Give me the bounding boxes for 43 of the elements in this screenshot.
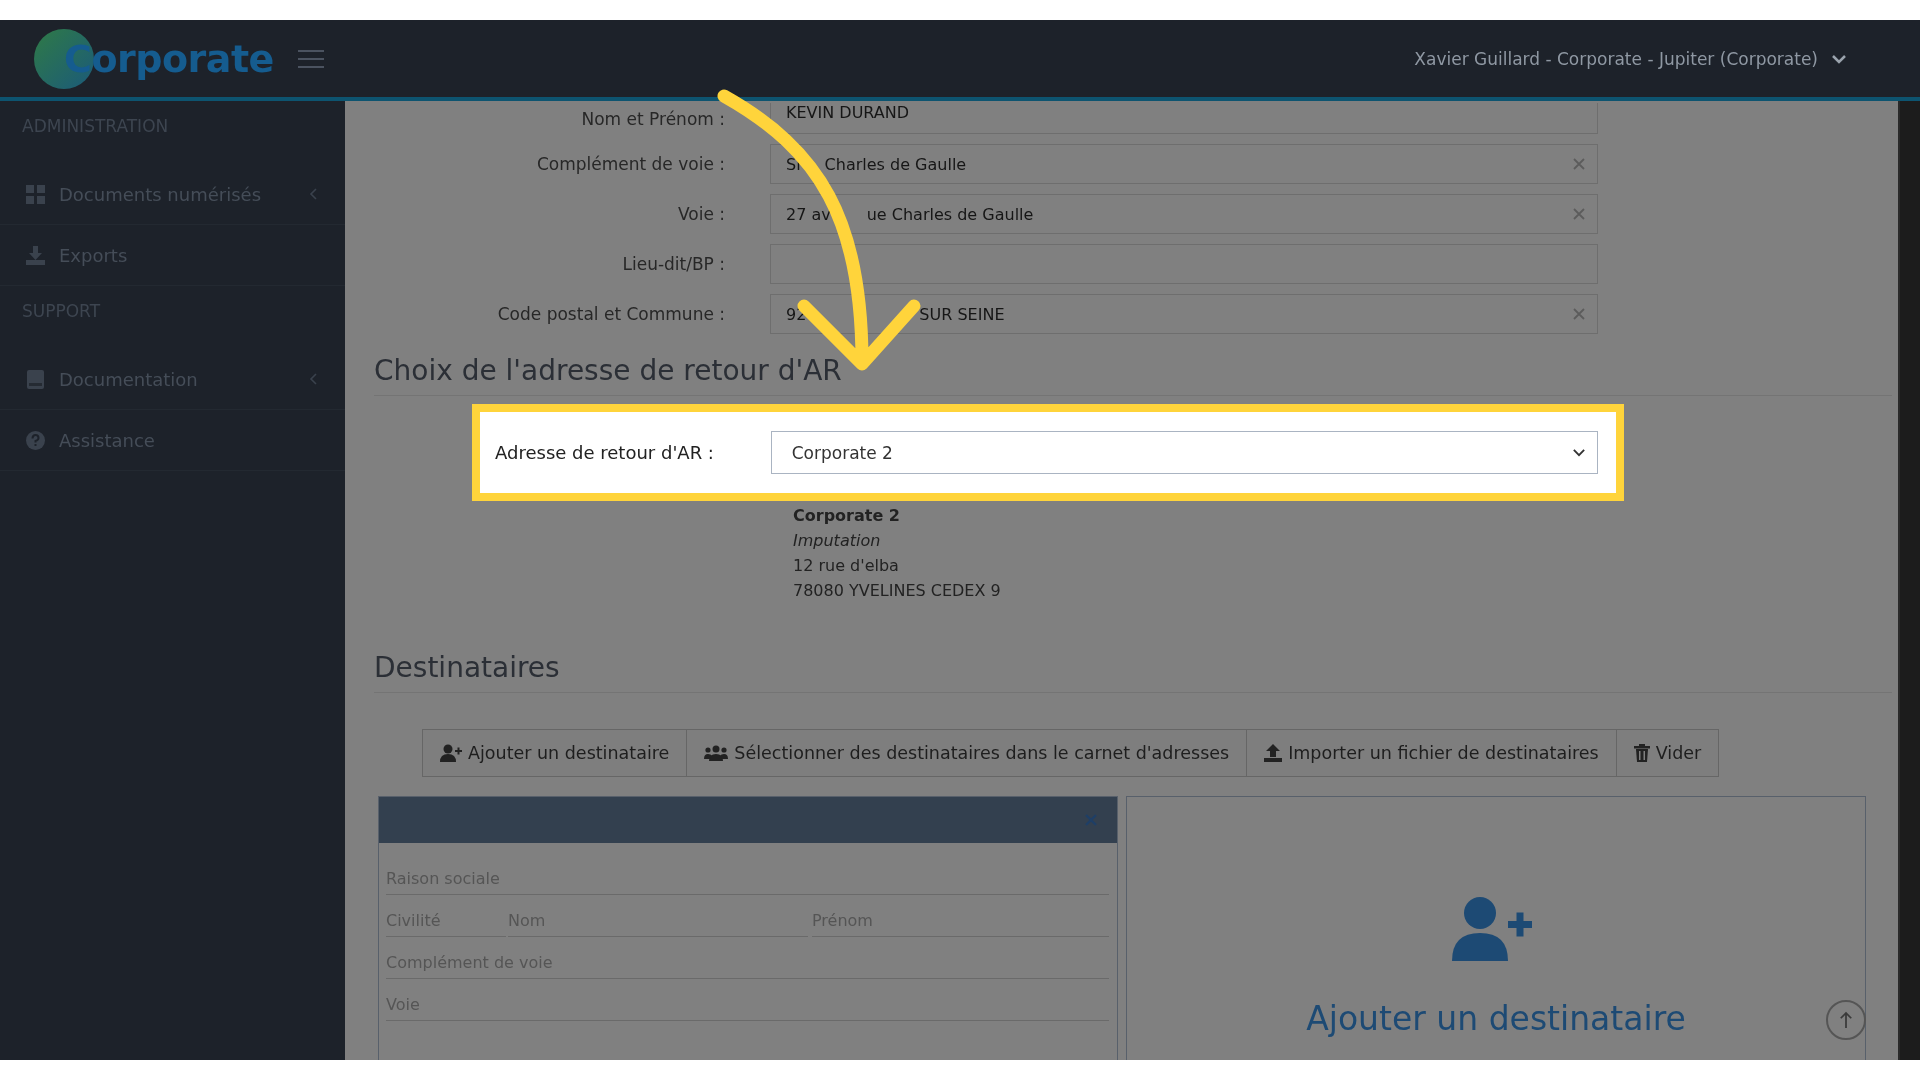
- trash-icon: [1633, 744, 1650, 762]
- menu-icon: [297, 49, 324, 68]
- download-icon: [26, 245, 45, 265]
- scrollbar[interactable]: [1898, 101, 1920, 1060]
- toolbar-button[interactable]: Vider: [1616, 729, 1720, 777]
- field-label: Code postal et Commune :: [496, 304, 725, 324]
- add-recipient-panel[interactable]: Ajouter un destinataire: [1126, 796, 1866, 1060]
- help-icon: [26, 430, 45, 450]
- users-icon: [704, 745, 729, 761]
- arrow-up-icon: [1839, 1011, 1853, 1029]
- scroll-to-top-button[interactable]: [1826, 1000, 1866, 1040]
- field-label: Nom et Prénom :: [580, 108, 725, 129]
- upload-icon: [1264, 744, 1283, 762]
- chevron-left-icon: [309, 188, 317, 200]
- chevron-down-icon: [1832, 53, 1846, 64]
- chevron-left-icon: [309, 373, 317, 385]
- section-heading: Choix de l'adresse de retour d'AR: [374, 354, 1892, 396]
- address-line: 78080 YVELINES CEDEX 9: [793, 580, 1002, 602]
- address-line: Corporate 2: [793, 505, 901, 527]
- user-plus-icon: [1452, 897, 1532, 961]
- book-icon: [26, 369, 45, 389]
- user-plus-icon: [440, 744, 462, 762]
- address-line: 12 rue d'elba: [793, 555, 900, 577]
- chevron-down-icon: [1573, 448, 1585, 457]
- section-heading: Destinataires: [374, 651, 1892, 693]
- input-field[interactable]: KEVIN DURAND: [770, 103, 1598, 134]
- input-field[interactable]: 27 av ue Charles de Gaulle: [770, 194, 1598, 234]
- field-label: Adresse de retour d'AR :: [495, 442, 715, 463]
- grid-icon: [26, 184, 45, 204]
- clear-icon: [1573, 158, 1585, 170]
- field-label: Complément de voie :: [535, 154, 725, 174]
- user-menu[interactable]: Xavier Guillard - Corporate - Jupiter (Corporate): [1414, 48, 1818, 69]
- select-field[interactable]: Corporate 2: [770, 431, 1598, 474]
- address-line: Imputation: [793, 530, 882, 552]
- field-label: Lieu-dit/BP :: [621, 254, 725, 274]
- toolbar-button[interactable]: Ajouter un destinataire: [422, 729, 688, 777]
- input-field[interactable]: [770, 244, 1598, 284]
- clear-icon: [1573, 308, 1585, 320]
- clear-icon: [1573, 208, 1585, 220]
- field-label: Voie :: [676, 204, 725, 224]
- toolbar-button[interactable]: Sélectionner des destinataires dans le carnet d'adresses: [687, 729, 1248, 777]
- toolbar-button[interactable]: Importer un fichier de destinataires: [1247, 729, 1617, 777]
- panel-title: Ajouter un destinataire: [1306, 999, 1686, 1038]
